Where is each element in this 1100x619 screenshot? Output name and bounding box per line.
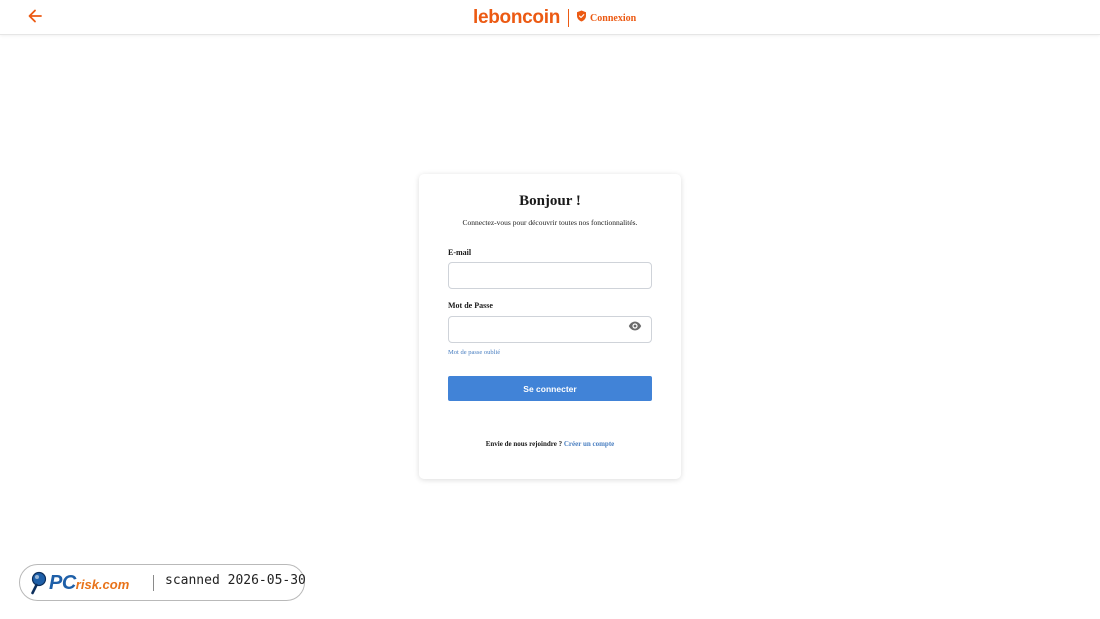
back-button[interactable] — [25, 8, 45, 28]
login-subtitle: Connectez-vous pour découvrir toutes nos… — [462, 218, 638, 227]
page-label: Connexion — [576, 9, 636, 27]
password-input[interactable] — [448, 316, 652, 343]
signup-prompt: Envie de nous rejoindre ? Créer un compt… — [419, 440, 681, 448]
magnifier-icon — [30, 571, 48, 595]
login-title: Bonjour ! — [519, 193, 581, 209]
arrow-left-icon — [28, 9, 42, 28]
leboncoin-logo[interactable]: leboncoin — [473, 6, 560, 30]
page-label-text: Connexion — [590, 12, 637, 24]
login-submit-button[interactable]: Se connecter — [448, 376, 652, 401]
signup-prompt-text: Envie de nous rejoindre ? — [485, 440, 563, 448]
scan-date: scanned 2026-05-30 — [165, 573, 306, 588]
pcrisk-logo: PC risk.com — [30, 570, 129, 596]
brand-divider — [568, 9, 570, 27]
pcrisk-watermark: PC risk.com scanned 2026-05-30 — [19, 564, 306, 601]
top-header: leboncoin Connexion — [0, 0, 1100, 35]
shield-icon — [576, 9, 587, 27]
email-input[interactable] — [448, 262, 652, 289]
toggle-password-visibility-button[interactable] — [627, 321, 643, 333]
brand-area: leboncoin Connexion — [473, 6, 636, 30]
email-label: E-mail — [448, 248, 472, 257]
password-label: Mot de Passe — [448, 301, 493, 310]
login-card: Bonjour ! Connectez-vous pour découvrir … — [419, 174, 681, 479]
forgot-password-link[interactable]: Mot de passe oublié — [448, 349, 500, 356]
create-account-link[interactable]: Créer un compte — [564, 440, 614, 448]
pcrisk-brand-rest: risk.com — [75, 577, 130, 592]
pcrisk-brand-main: PC — [49, 572, 76, 594]
badge-divider — [153, 575, 154, 591]
eye-icon — [628, 318, 642, 336]
